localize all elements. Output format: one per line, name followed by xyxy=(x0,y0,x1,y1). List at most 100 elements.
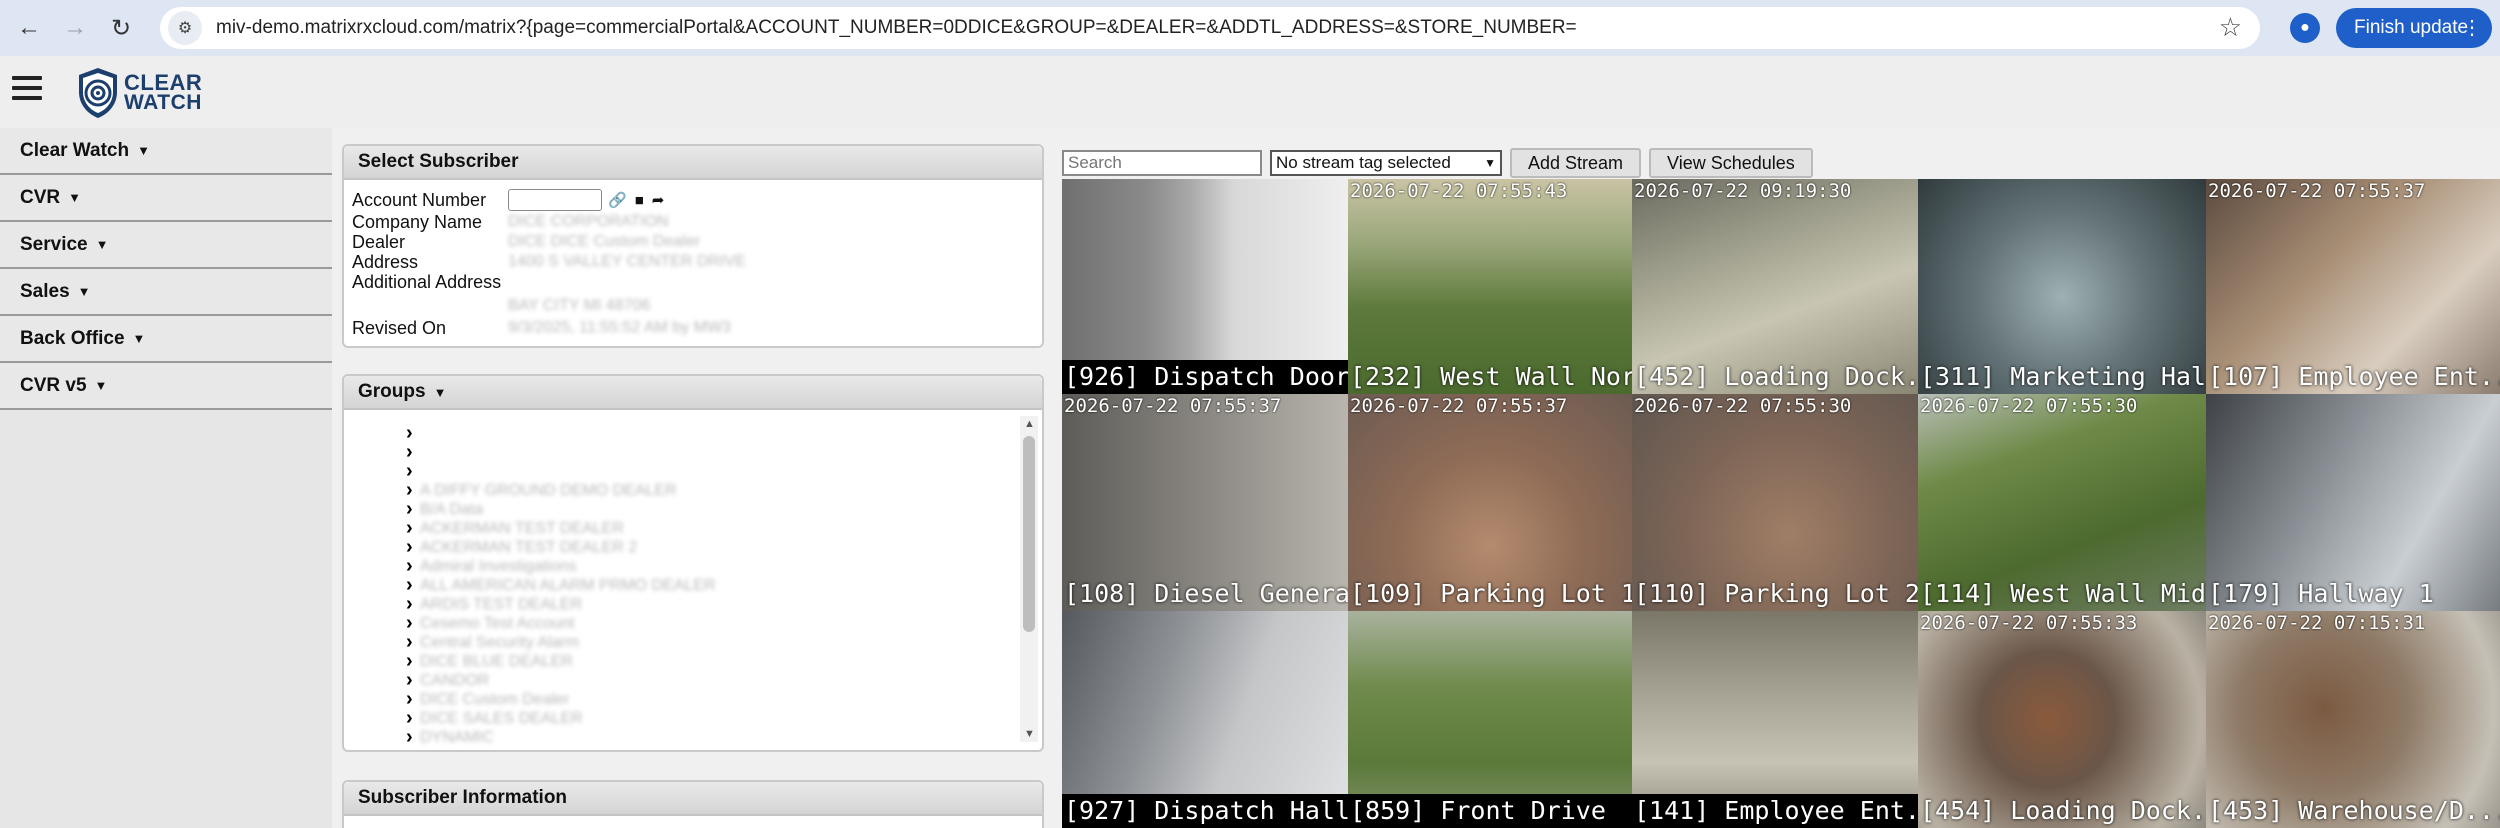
group-tree-label: Admiral Investigations xyxy=(420,557,577,575)
group-tree-item[interactable]: › ALL AMERICAN ALARM PRMO DEALER xyxy=(406,574,716,596)
view-schedules-button[interactable]: View Schedules xyxy=(1649,148,1813,178)
sidebar-item-sales[interactable]: Sales ▼ xyxy=(0,269,332,316)
link-icon[interactable]: 🔗 xyxy=(608,191,627,209)
sidebar-item-label: Clear Watch xyxy=(20,139,130,161)
site-info-icon[interactable]: ⚙ xyxy=(168,11,202,45)
add-stream-button[interactable]: Add Stream xyxy=(1510,148,1642,178)
camera-tile[interactable]: [179] Hallway 1 xyxy=(2206,394,2500,611)
browser-toolbar: ← → ↻ ⚙ miv-demo.matrixrxcloud.com/matri… xyxy=(0,0,2500,56)
group-tree-label: DICE Custom Dealer xyxy=(420,690,570,708)
back-arrow-icon[interactable]: ← xyxy=(12,11,46,45)
camera-timestamp: 2026-07-22 09:19:30 xyxy=(1634,180,1852,202)
sidebar-item-label: CVR xyxy=(20,186,61,208)
group-tree-label: B/A Data xyxy=(420,500,484,518)
subscriber-information-panel: Subscriber Information xyxy=(342,780,1044,828)
caret-down-icon: ▼ xyxy=(95,237,109,252)
group-tree-item[interactable]: › DYNAMIC xyxy=(406,726,494,749)
camera-tile[interactable]: 2026-07-22 07:55:37 [107] Employee Ent... xyxy=(2206,179,2500,394)
camera-label: [452] Loading Dock... xyxy=(1634,362,1918,391)
more-menu-icon[interactable]: ⋮ xyxy=(2462,15,2482,40)
address-bar[interactable]: ⚙ miv-demo.matrixrxcloud.com/matrix?{pag… xyxy=(160,7,2260,49)
caret-down-icon: ▼ xyxy=(77,284,91,299)
camera-tile[interactable]: [311] Marketing Hal... xyxy=(1918,179,2206,394)
url-text[interactable]: miv-demo.matrixrxcloud.com/matrix?{page=… xyxy=(216,17,1577,39)
stream-search-input[interactable] xyxy=(1062,150,1262,176)
camera-label: [926] Dispatch Door xyxy=(1062,360,1348,394)
hamburger-menu-icon[interactable] xyxy=(12,76,42,104)
camera-tile[interactable]: [141] Employee Ent... xyxy=(1632,611,1918,828)
stream-tag-select[interactable]: No stream tag selected ▼ xyxy=(1270,150,1502,176)
group-tree-label: ARDIS TEST DEALER xyxy=(420,595,583,613)
groups-scrollbar[interactable]: ▲ ▼ xyxy=(1020,416,1038,742)
sidebar: Clear Watch ▼ CVR ▼ Service ▼ Sales ▼ Back O… xyxy=(0,128,332,828)
company-name-value: DICE CORPORATION xyxy=(508,213,669,230)
group-tree-item[interactable]: › Central Security Alarm xyxy=(406,631,579,653)
scroll-down-icon[interactable]: ▼ xyxy=(1024,728,1035,740)
chevron-right-icon[interactable]: › xyxy=(406,726,420,749)
group-tree-item[interactable]: › DICE BLUE DEALER xyxy=(406,650,573,672)
camera-label: [107] Employee Ent... xyxy=(2208,362,2500,391)
camera-tile[interactable]: 2026-07-22 07:55:37 [108] Diesel Genera..… xyxy=(1062,394,1348,611)
additional-address-label: Additional Address xyxy=(352,271,502,292)
subscriber-information-title: Subscriber Information xyxy=(344,782,1042,816)
account-number-label: Account Number xyxy=(352,189,487,210)
sidebar-item-back-office[interactable]: Back Office ▼ xyxy=(0,316,332,363)
sidebar-item-cvr-v5[interactable]: CVR v5 ▼ xyxy=(0,363,332,410)
sidebar-item-clear-watch[interactable]: Clear Watch ▼ xyxy=(0,128,332,175)
camera-tile[interactable]: 2026-07-22 07:55:37 [109] Parking Lot 1 xyxy=(1348,394,1632,611)
camera-timestamp: 2026-07-22 07:55:30 xyxy=(1634,395,1852,417)
clear-watch-logo[interactable]: CLEAR WATCH xyxy=(76,66,202,120)
sidebar-item-label: CVR v5 xyxy=(20,374,87,396)
group-tree-item[interactable]: › DICE Custom Dealer xyxy=(406,688,570,710)
finish-update-label: Finish update xyxy=(2354,17,2469,38)
camera-timestamp: 2026-07-22 07:55:37 xyxy=(1350,395,1568,417)
group-tree-item[interactable]: › ACKERMAN TEST DEALER xyxy=(406,517,624,539)
group-tree-label: CANDOR xyxy=(420,671,490,689)
camera-tile[interactable]: 2026-07-22 07:55:30 [110] Parking Lot 2 xyxy=(1632,394,1918,611)
bookmark-star-icon[interactable]: ☆ xyxy=(2219,12,2242,43)
camera-tile[interactable]: 2026-07-22 07:15:31 [453] Warehouse/D... xyxy=(2206,611,2500,828)
camera-timestamp: 2026-07-22 07:55:37 xyxy=(1064,395,1282,417)
logo-word-watch: WATCH xyxy=(124,91,202,114)
share-arrow-icon[interactable]: ➦ xyxy=(652,191,665,209)
account-number-input[interactable] xyxy=(508,189,602,211)
profile-avatar-icon[interactable]: ● xyxy=(2290,13,2320,43)
camera-tile[interactable]: 2026-07-22 07:55:43 [232] West Wall Nor..… xyxy=(1348,179,1632,394)
camera-label: [859] Front Drive xyxy=(1348,794,1632,828)
camera-tile[interactable]: [926] Dispatch Door xyxy=(1062,179,1348,394)
reload-icon[interactable]: ↻ xyxy=(104,11,138,45)
select-subscriber-title: Select Subscriber xyxy=(344,146,1042,180)
caret-down-icon: ▼ xyxy=(132,331,146,346)
group-tree-label: DICE BLUE DEALER xyxy=(420,652,573,670)
camera-tile[interactable]: 2026-07-22 07:55:33 [454] Loading Dock... xyxy=(1918,611,2206,828)
group-tree-item[interactable]: › ARDIS TEST DEALER xyxy=(406,593,583,615)
camera-label: [454] Loading Dock... xyxy=(1920,796,2206,825)
forward-arrow-icon[interactable]: → xyxy=(58,11,92,45)
sidebar-item-cvr[interactable]: CVR ▼ xyxy=(0,175,332,222)
city-value: BAY CITY MI 48706 xyxy=(508,297,651,314)
group-tree-label: Cesemo Test Account xyxy=(420,614,575,632)
finish-update-button[interactable]: Finish update ⋮ xyxy=(2336,8,2492,48)
sidebar-item-service[interactable]: Service ▼ xyxy=(0,222,332,269)
caret-down-icon: ▼ xyxy=(94,378,108,393)
group-tree-item[interactable]: › DICE SALES DEALER xyxy=(406,707,583,729)
group-tree-item[interactable]: › A DIFFY GROUND DEMO DEALER xyxy=(406,479,677,501)
group-tree-item[interactable]: › Admiral Investigations xyxy=(406,555,577,577)
camera-timestamp: 2026-07-22 07:55:43 xyxy=(1350,180,1568,202)
camera-tile[interactable]: [927] Dispatch Hall... xyxy=(1062,611,1348,828)
camera-tile[interactable]: 2026-07-22 07:55:30 [114] West Wall Mid xyxy=(1918,394,2206,611)
group-tree-item[interactable]: › ACKERMAN TEST DEALER 2 xyxy=(406,536,638,558)
groups-header[interactable]: Groups ▼ xyxy=(344,376,1042,410)
address-label: Address xyxy=(352,251,419,272)
groups-scroll-thumb[interactable] xyxy=(1023,436,1035,632)
camera-tile[interactable]: [859] Front Drive xyxy=(1348,611,1632,828)
camera-label: [232] West Wall Nor... xyxy=(1350,362,1632,391)
select-chevron-down-icon: ▼ xyxy=(1484,156,1496,170)
groups-title: Groups xyxy=(358,381,426,402)
group-tree-label: ACKERMAN TEST DEALER 2 xyxy=(420,538,638,556)
group-tree-item[interactable]: › Cesemo Test Account xyxy=(406,612,575,634)
caret-down-icon: ▼ xyxy=(137,143,150,158)
stop-icon[interactable]: ■ xyxy=(635,192,644,209)
scroll-up-icon[interactable]: ▲ xyxy=(1024,418,1035,430)
camera-tile[interactable]: 2026-07-22 09:19:30 [452] Loading Dock... xyxy=(1632,179,1918,394)
